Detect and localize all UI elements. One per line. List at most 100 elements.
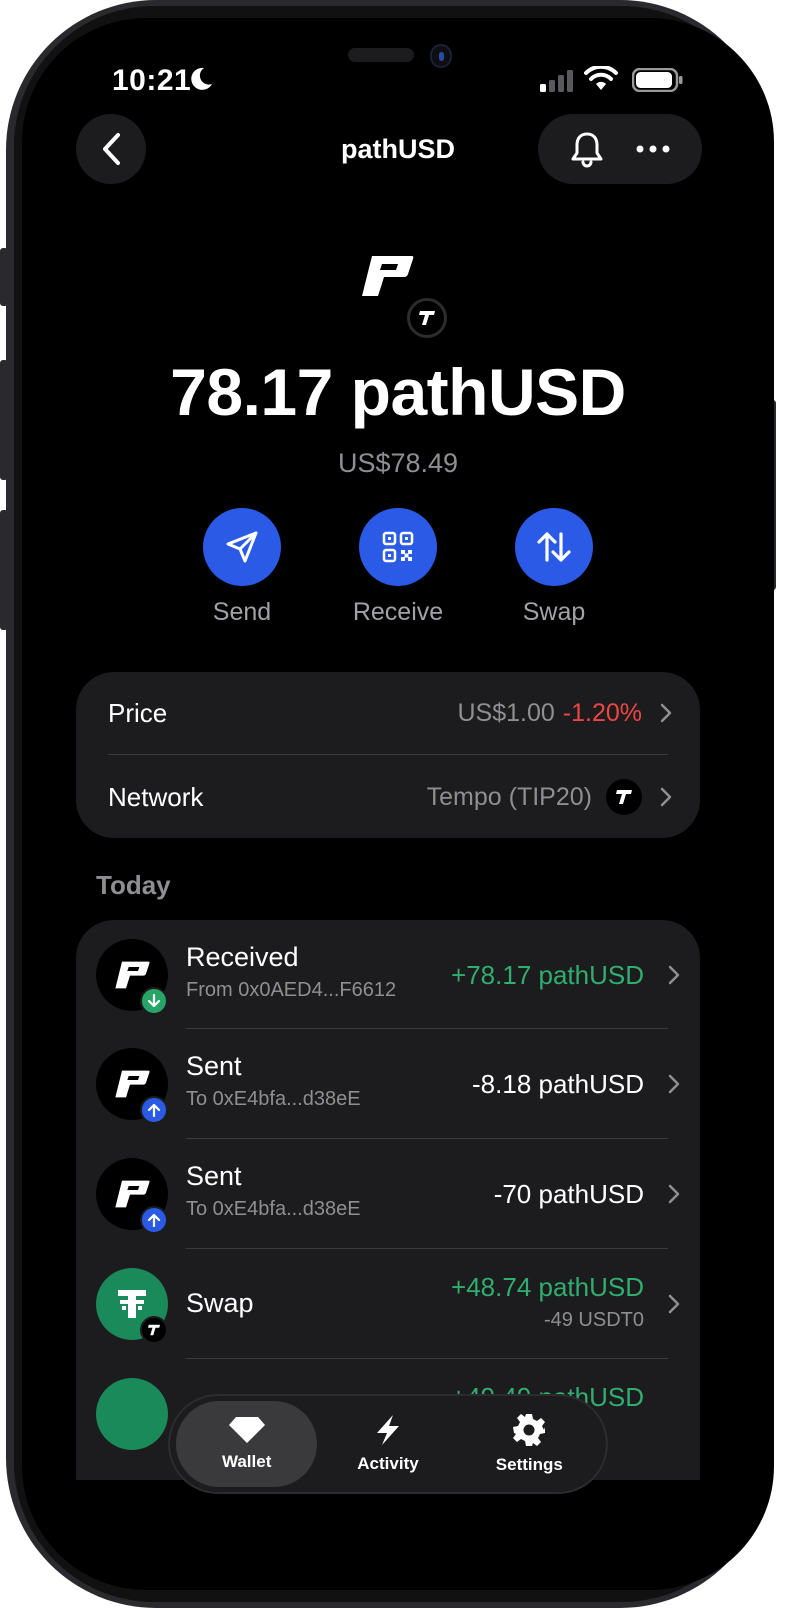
wifi-icon: [584, 66, 618, 90]
gear-icon: [513, 1414, 546, 1446]
received-badge: [140, 987, 168, 1015]
divider: [186, 1138, 668, 1139]
divider: [186, 1248, 668, 1249]
qr-code-icon: [382, 531, 414, 563]
send-icon: [226, 531, 258, 563]
status-time: 10:21: [112, 64, 192, 97]
swap-arrows-icon: [537, 532, 571, 562]
arrow-down-icon: [147, 994, 161, 1008]
action-button: [0, 248, 8, 306]
cellular-signal-icon: [540, 70, 573, 92]
tempo-t-icon: [148, 1324, 160, 1336]
amount-value: +48.74 pathUSD: [451, 1272, 644, 1302]
amount-value: -8.18 pathUSD: [472, 1069, 644, 1099]
token-balance: 78.17 pathUSD: [170, 355, 626, 429]
network-label: Network: [108, 781, 204, 812]
transaction-amount: -8.18 pathUSD: [472, 1069, 644, 1100]
transaction-amount: +78.17 pathUSD: [451, 960, 644, 991]
price-row[interactable]: Price US$1.00 -1.20%: [108, 672, 672, 754]
bell-icon[interactable]: [569, 130, 605, 168]
token-info-card: Price US$1.00 -1.20% Network Tempo (TIP2…: [76, 672, 700, 838]
divider: [186, 1028, 668, 1029]
transaction-text: Sent To 0xE4bfa...d38eE: [186, 1161, 361, 1221]
transaction-subtitle: To 0xE4bfa...d38eE: [186, 1088, 361, 1110]
send-button-circle[interactable]: [203, 508, 281, 586]
chevron-right-icon: [660, 703, 672, 723]
battery-icon: [632, 68, 683, 92]
action-buttons: Send Receive Swap: [182, 508, 614, 627]
transaction-title: Sent: [186, 1051, 242, 1081]
tab-label: Settings: [495, 1455, 563, 1474]
send-label: Send: [212, 598, 272, 626]
sent-badge: [140, 1096, 168, 1124]
divider: [108, 754, 668, 755]
chevron-right-icon: [668, 1184, 680, 1204]
section-title-today: Today: [96, 870, 171, 900]
receive-button-circle[interactable]: [359, 508, 437, 586]
sent-badge: [140, 1206, 168, 1234]
transaction-title: Received: [186, 942, 299, 972]
transaction-subtitle: To 0xE4bfa...d38eE: [186, 1198, 361, 1220]
transaction-row[interactable]: Received From 0x0AED4...F6612 +78.17 pat…: [76, 920, 700, 1030]
tab-wallet[interactable]: Wallet: [176, 1401, 318, 1487]
chevron-right-icon: [668, 1074, 680, 1094]
transaction-subtitle: From 0x0AED4...F6612: [186, 979, 397, 1001]
transaction-row[interactable]: Sent To 0xE4bfa...d38eE -70 pathUSD: [76, 1140, 700, 1250]
transaction-title: Sent: [186, 1161, 242, 1191]
volume-down-button: [0, 510, 8, 630]
tempo-network-icon: [606, 779, 642, 815]
transaction-text: Received From 0x0AED4...F6612: [186, 942, 396, 1002]
tempo-network-badge: [407, 298, 447, 338]
send-button[interactable]: Send: [182, 508, 302, 627]
tempo-network-badge: [140, 1316, 168, 1344]
amount-value: -70 pathUSD: [493, 1179, 644, 1209]
pathusd-logo: [362, 256, 414, 296]
chevron-right-icon: [660, 787, 672, 807]
price-label: Price: [108, 697, 168, 728]
diamond-icon: [228, 1417, 265, 1443]
tab-activity[interactable]: Activity: [317, 1401, 458, 1487]
pathusd-logo: [115, 1070, 150, 1098]
chevron-right-icon: [668, 1294, 680, 1314]
swap-button-circle[interactable]: [515, 508, 593, 586]
network-row[interactable]: Network Tempo (TIP20): [108, 756, 672, 838]
arrow-up-icon: [147, 1213, 161, 1227]
amount-sub-value: -49 USDT0: [543, 1309, 644, 1331]
usdt0-token-avatar: [96, 1378, 168, 1450]
transaction-text: Sent To 0xE4bfa...d38eE: [186, 1051, 361, 1111]
fiat-balance: US$78.49: [337, 448, 459, 478]
lightning-icon: [376, 1415, 399, 1445]
pathusd-logo: [115, 961, 150, 989]
transaction-title: Swap: [186, 1288, 254, 1318]
amount-value: +78.17 pathUSD: [451, 960, 644, 990]
price-change: -1.20%: [562, 698, 642, 727]
volume-up-button: [0, 360, 8, 480]
more-options-icon[interactable]: [635, 144, 671, 154]
front-camera: [430, 44, 452, 68]
pathusd-logo: [115, 1180, 150, 1208]
swap-label: Swap: [522, 598, 586, 626]
swap-button[interactable]: Swap: [494, 508, 614, 627]
network-value: Tempo (TIP20): [426, 782, 592, 811]
tab-label: Activity: [357, 1454, 419, 1473]
transaction-text: Swap: [186, 1288, 254, 1319]
header-actions: [538, 114, 702, 184]
tempo-t-icon: [616, 790, 632, 804]
speaker-grille: [348, 48, 414, 62]
screen: 10:21 pathUSD 78.17 pathUSD US$78.49 Sen…: [22, 18, 774, 1590]
chevron-right-icon: [668, 965, 680, 985]
transaction-row[interactable]: Swap +48.74 pathUSD -49 USDT0: [76, 1250, 700, 1360]
transaction-amount: +48.74 pathUSD -49 USDT0: [451, 1272, 644, 1332]
tab-label: Wallet: [221, 1452, 272, 1471]
price-value: US$1.00: [457, 698, 555, 727]
tab-settings[interactable]: Settings: [459, 1401, 600, 1487]
receive-label: Receive: [352, 598, 444, 626]
receive-button[interactable]: Receive: [338, 508, 458, 627]
bottom-tab-bar: Wallet Activity Settings: [168, 1394, 608, 1494]
transaction-row[interactable]: Sent To 0xE4bfa...d38eE -8.18 pathUSD: [76, 1030, 700, 1140]
arrow-up-icon: [147, 1103, 161, 1117]
tempo-t-icon: [419, 311, 435, 325]
divider: [186, 1358, 668, 1359]
transaction-amount: -70 pathUSD: [494, 1179, 644, 1210]
moon-icon: [191, 67, 212, 90]
